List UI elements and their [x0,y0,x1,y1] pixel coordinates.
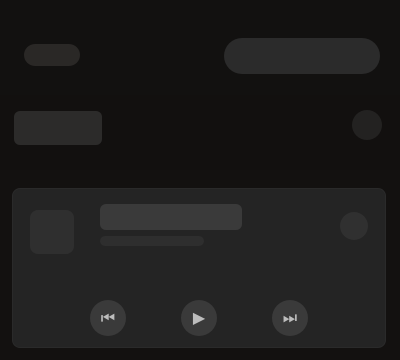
sub-header-chip[interactable] [14,111,102,145]
more-icon[interactable] [340,212,368,240]
top-bar [0,0,400,95]
previous-icon[interactable]: ⏮ [90,300,126,336]
top-left-pill [24,44,80,66]
track-title [100,204,242,230]
playback-controls: ⏮ ▶ ⏭ [12,290,386,348]
media-card: ⏮ ▶ ⏭ [12,188,386,348]
app-root: ⏮ ▶ ⏭ [0,0,400,360]
album-art-icon [30,210,74,254]
next-icon[interactable]: ⏭ [272,300,308,336]
more-icon[interactable] [352,110,382,140]
track-subtitle [100,236,204,246]
sub-header [0,95,400,170]
top-right-pill[interactable] [224,38,380,74]
play-icon[interactable]: ▶ [181,300,217,336]
